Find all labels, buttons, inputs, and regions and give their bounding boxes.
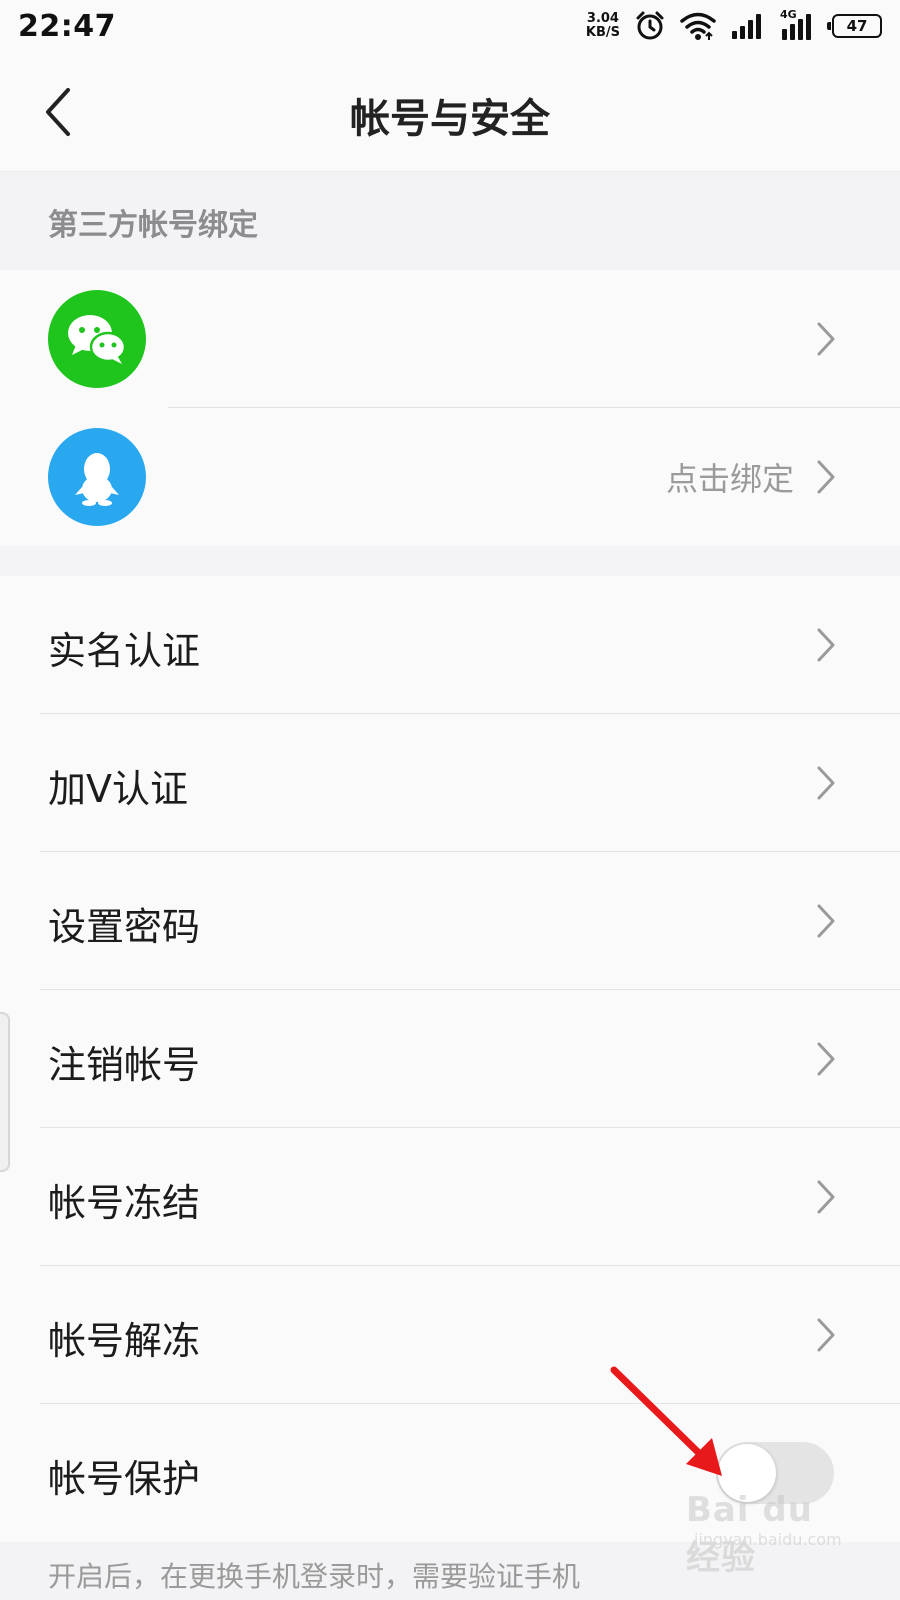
setting-real-name[interactable]: 实名认证 (0, 576, 900, 714)
qq-icon (48, 428, 146, 526)
setting-label: 帐号保护 (48, 1457, 201, 1501)
alarm-icon (636, 11, 664, 40)
battery-icon: 47 (827, 14, 882, 38)
net-speed-value: 3.04 (586, 11, 619, 26)
signal-4g: 4G (780, 8, 818, 41)
signal-icon (732, 14, 761, 39)
section-header-third-party: 第三方帐号绑定 (0, 173, 900, 270)
account-protection-toggle[interactable] (716, 1442, 834, 1504)
chevron-right-icon (817, 904, 835, 938)
status-bar: 22:47 3.04 KB/S 4G 47 (0, 0, 900, 52)
qq-bind-status[interactable]: 点击绑定 (666, 454, 794, 500)
toggle-knob (718, 1444, 776, 1502)
chevron-right-icon (817, 1318, 835, 1352)
signal-4g-icon (782, 14, 811, 40)
chevron-right-icon (817, 322, 835, 356)
net-speed: 3.04 KB/S (586, 12, 620, 40)
protection-description: 开启后，在更换手机登录时，需要验证手机 (0, 1542, 900, 1600)
setting-password[interactable]: 设置密码 (0, 852, 900, 990)
chevron-right-icon (817, 766, 835, 800)
chevron-right-icon (817, 628, 835, 662)
setting-label: 加V认证 (48, 767, 188, 811)
setting-freeze-account[interactable]: 帐号冻结 (0, 1128, 900, 1266)
setting-label: 注销帐号 (48, 1043, 201, 1087)
setting-cancel-account[interactable]: 注销帐号 (0, 990, 900, 1128)
net-speed-unit: KB/S (585, 25, 620, 40)
third-party-bindings: 点击绑定 (0, 270, 900, 546)
status-icons: 3.04 KB/S 4G 47 (586, 8, 882, 42)
setting-label: 帐号冻结 (48, 1181, 201, 1225)
nav-bar: 帐号与安全 (0, 52, 900, 172)
bind-row-wechat[interactable] (0, 270, 900, 408)
wechat-icon (48, 290, 146, 388)
edge-swipe-handle[interactable] (0, 1012, 10, 1172)
chevron-right-icon (817, 1180, 835, 1214)
bind-row-qq[interactable]: 点击绑定 (0, 408, 900, 546)
setting-label: 设置密码 (48, 905, 201, 949)
setting-unfreeze-account[interactable]: 帐号解冻 (0, 1266, 900, 1404)
setting-v-verify[interactable]: 加V认证 (0, 714, 900, 852)
chevron-right-icon (817, 1042, 835, 1076)
settings-list: 实名认证 加V认证 设置密码 注销帐号 帐号冻结 帐号解冻 帐号保护 (0, 576, 900, 1542)
setting-label: 帐号解冻 (48, 1319, 201, 1363)
chevron-right-icon (817, 460, 835, 494)
battery-level: 47 (846, 17, 868, 35)
setting-account-protection: 帐号保护 (0, 1404, 900, 1542)
page-title: 帐号与安全 (350, 96, 550, 142)
setting-label: 实名认证 (48, 629, 201, 673)
wifi-icon (680, 12, 716, 40)
status-time: 22:47 (18, 8, 116, 44)
